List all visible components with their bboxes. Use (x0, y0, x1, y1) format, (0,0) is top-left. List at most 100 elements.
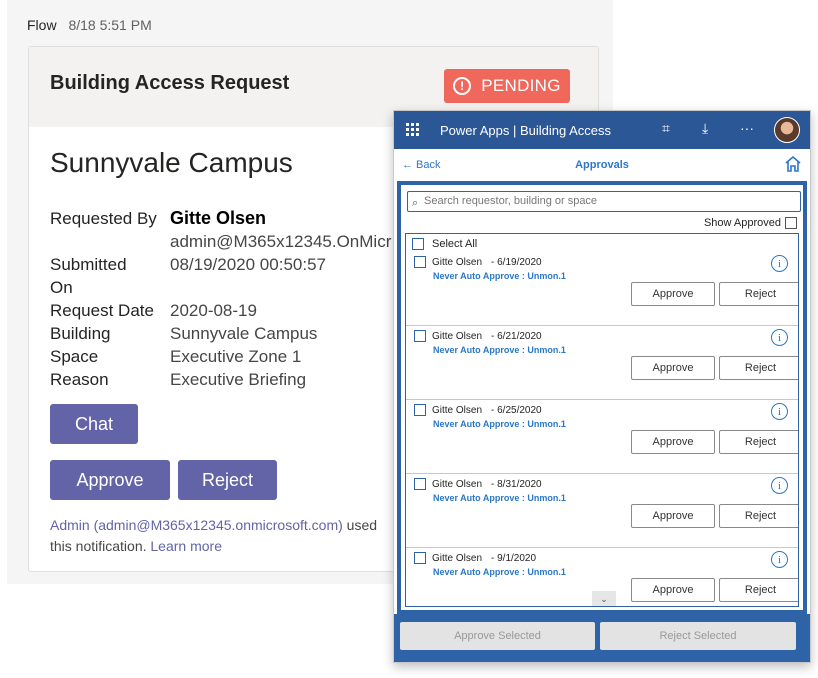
fact-label: Request Date (50, 301, 154, 320)
item-date: - 6/25/2020 (491, 405, 542, 416)
info-icon[interactable]: i (771, 477, 788, 494)
item-approve-button[interactable]: Approve (631, 504, 715, 528)
select-all-checkbox[interactable] (412, 238, 424, 250)
item-reject-button[interactable]: Reject (719, 282, 798, 306)
app-title: Power Apps | Building Access (440, 123, 612, 138)
fact-value: Executive Zone 1 (170, 347, 302, 366)
select-all-row[interactable]: Select All (412, 238, 477, 250)
powerapps-window: Power Apps | Building Access ⌗ ⤓ ··· ← B… (393, 110, 811, 663)
list-item: Gitte Olsen - 6/19/2020 Never Auto Appro… (406, 252, 798, 326)
fact-building: Building Sunnyvale Campus (50, 322, 391, 345)
admin-link[interactable]: Admin (admin@M365x12345.onmicrosoft.com) (50, 517, 343, 533)
screen-header: ← Back Approvals (394, 151, 810, 179)
home-icon[interactable] (784, 155, 802, 173)
chevron-down-icon[interactable]: ⌄ (592, 591, 616, 606)
fact-label: Building (50, 324, 111, 343)
reject-button[interactable]: Reject (178, 460, 277, 500)
learn-more-link[interactable]: Learn more (150, 538, 222, 554)
message-timestamp: 8/18 5:51 PM (68, 17, 152, 33)
item-checkbox[interactable] (414, 330, 426, 342)
approve-selected-button[interactable]: Approve Selected (400, 622, 595, 650)
item-checkbox[interactable] (414, 404, 426, 416)
item-checkbox[interactable] (414, 478, 426, 490)
card-title: Building Access Request (50, 72, 290, 94)
item-date: - 6/19/2020 (491, 257, 542, 268)
requester-name: Gitte Olsen (170, 208, 267, 228)
more-options-icon[interactable]: ··· (740, 120, 754, 136)
fact-reason: Reason Executive Briefing (50, 368, 391, 391)
show-approved-label: Show Approved (703, 217, 781, 229)
item-approve-button[interactable]: Approve (631, 356, 715, 380)
info-icon[interactable]: i (771, 551, 788, 568)
fact-value: 08/19/2020 00:50:57 (170, 255, 326, 274)
info-icon[interactable]: i (771, 403, 788, 420)
item-date: - 6/21/2020 (491, 331, 542, 342)
reject-selected-button[interactable]: Reject Selected (600, 622, 796, 650)
item-reject-button[interactable]: Reject (719, 430, 798, 454)
item-requester: Gitte Olsen (432, 405, 483, 416)
item-requester: Gitte Olsen (432, 331, 483, 342)
fact-label: Reason (50, 370, 109, 389)
fact-submitted-on: Submitted On 08/19/2020 00:50:57 (50, 253, 391, 299)
card-footer-note: Admin (admin@M365x12345.onmicrosoft.com)… (50, 515, 410, 557)
status-text: PENDING (481, 76, 561, 95)
show-approved-checkbox[interactable] (785, 217, 797, 229)
item-reject-button[interactable]: Reject (719, 578, 798, 602)
info-icon[interactable]: i (771, 329, 788, 346)
fact-set: Requested By Gitte Olsen admin@M365x1234… (50, 207, 391, 391)
screen-title: Approvals (575, 159, 629, 171)
app-launcher-icon[interactable] (406, 123, 420, 137)
fact-request-date: Request Date 2020-08-19 (50, 299, 391, 322)
footer-text-line2: this notification. (50, 538, 151, 554)
message-header: Flow 8/18 5:51 PM (27, 17, 152, 33)
item-approve-button[interactable]: Approve (631, 430, 715, 454)
search-input[interactable]: ⌕ Search requestor, building or space (407, 191, 801, 212)
fact-label-line2: On (50, 278, 73, 297)
list-item: Gitte Olsen - 6/25/2020 Never Auto Appro… (406, 400, 798, 474)
footer-text: used (342, 517, 378, 533)
fact-label: Space (50, 347, 99, 366)
fact-label: Requested By (50, 209, 157, 228)
list-item: Gitte Olsen - 8/31/2020 Never Auto Appro… (406, 474, 798, 548)
fact-value: Executive Briefing (170, 370, 307, 389)
item-checkbox[interactable] (414, 256, 426, 268)
campus-heading: Sunnyvale Campus (50, 147, 293, 178)
bulk-actions-bar: Approve Selected Reject Selected (394, 614, 810, 662)
item-rule: Never Auto Approve : Unmon.1 (433, 345, 566, 355)
item-reject-button[interactable]: Reject (719, 356, 798, 380)
item-rule: Never Auto Approve : Unmon.1 (433, 567, 566, 577)
fact-value: Sunnyvale Campus (170, 324, 318, 343)
requester-email: admin@M365x12345.OnMicr (170, 232, 392, 251)
item-date: - 9/1/2020 (491, 553, 537, 564)
alert-icon: ! (453, 77, 472, 95)
show-approved-toggle[interactable]: Show Approved (704, 217, 797, 229)
item-rule: Never Auto Approve : Unmon.1 (433, 271, 566, 281)
item-requester: Gitte Olsen (432, 257, 483, 268)
download-icon[interactable]: ⤓ (702, 120, 708, 137)
fact-value: 2020-08-19 (170, 301, 257, 320)
item-approve-button[interactable]: Approve (631, 578, 715, 602)
search-icon: ⌕ (412, 197, 419, 209)
select-all-label: Select All (432, 238, 478, 250)
item-requester: Gitte Olsen (432, 479, 483, 490)
fact-label: Submitted On (50, 253, 170, 299)
item-approve-button[interactable]: Approve (631, 282, 715, 306)
search-placeholder: Search requestor, building or space (424, 195, 598, 207)
item-reject-button[interactable]: Reject (719, 504, 798, 528)
status-badge: ! PENDING (444, 69, 570, 103)
item-requester: Gitte Olsen (432, 553, 483, 564)
item-rule: Never Auto Approve : Unmon.1 (433, 419, 566, 429)
approve-button[interactable]: Approve (50, 460, 170, 500)
approvals-container: ⌕ Search requestor, building or space Sh… (401, 185, 803, 610)
chat-button[interactable]: Chat (50, 404, 138, 444)
powerapps-title-bar: Power Apps | Building Access ⌗ ⤓ ··· (394, 111, 810, 149)
list-item: Gitte Olsen - 6/21/2020 Never Auto Appro… (406, 326, 798, 400)
fact-requested-by: Requested By Gitte Olsen (50, 207, 391, 230)
sender-name: Flow (27, 17, 57, 33)
item-checkbox[interactable] (414, 552, 426, 564)
avatar[interactable] (774, 117, 800, 143)
item-rule: Never Auto Approve : Unmon.1 (433, 493, 566, 503)
info-icon[interactable]: i (771, 255, 788, 272)
approvals-gallery[interactable]: Select All Gitte Olsen - 6/19/2020 Never… (405, 233, 799, 607)
fit-to-window-icon[interactable]: ⌗ (662, 120, 670, 137)
